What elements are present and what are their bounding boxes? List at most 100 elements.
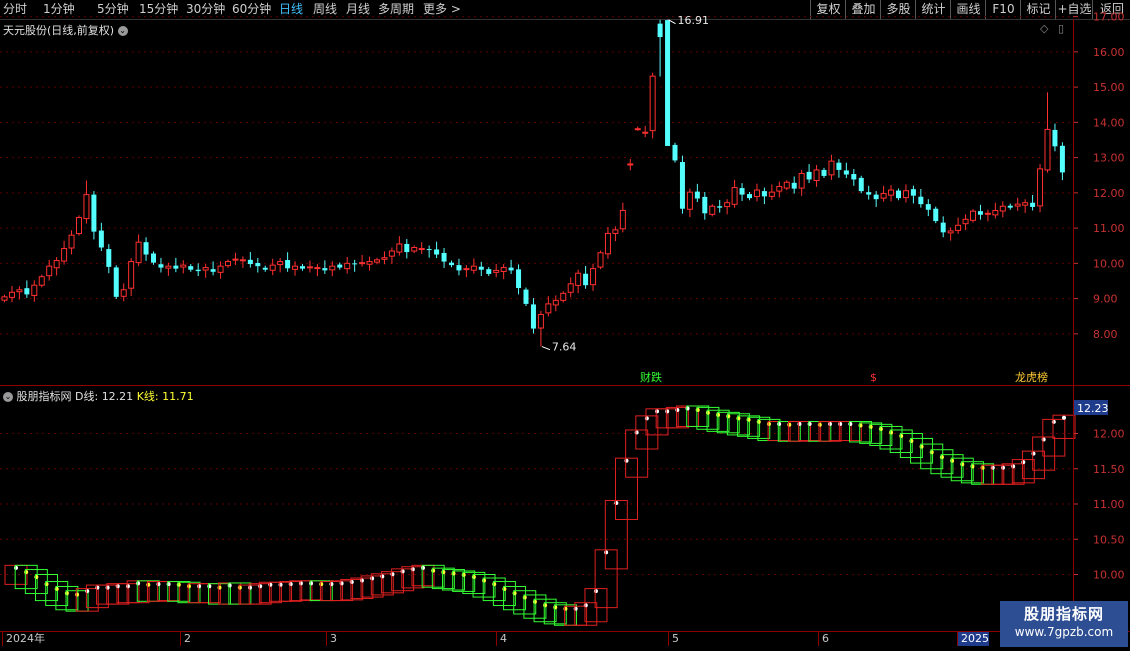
- date-label: 4: [496, 632, 507, 646]
- indicator-dot: [736, 416, 741, 421]
- date-label: 6: [818, 632, 829, 646]
- candle-body: [16, 289, 23, 293]
- layout-icon[interactable]: ▯: [1058, 22, 1064, 35]
- candle-body: [418, 248, 425, 251]
- main-grid: [0, 16, 1073, 335]
- indicator-step: [523, 594, 547, 619]
- indicator-step: [604, 499, 628, 570]
- indicator-dot: [797, 422, 802, 427]
- candle-body: [434, 249, 440, 255]
- candle-body: [411, 246, 418, 252]
- candle-body: [83, 194, 90, 220]
- candle-body: [344, 262, 351, 270]
- indicator-dot: [777, 422, 782, 427]
- indicator-dot: [298, 581, 303, 586]
- panel-separator: [0, 385, 1130, 386]
- indicator-dot: [899, 434, 904, 439]
- indicator-dot: [370, 576, 375, 581]
- indicator-dot: [583, 603, 588, 608]
- candle-body: [463, 268, 470, 271]
- candle-body: [724, 202, 731, 208]
- indicator-dot: [461, 572, 466, 577]
- indicator-step: [35, 574, 59, 602]
- indicator-step: [584, 588, 608, 623]
- price-tick-label: 13.00: [1093, 152, 1125, 165]
- price-tick-label: 10.00: [1093, 257, 1125, 270]
- candle-body: [31, 284, 38, 296]
- candle-body: [851, 173, 857, 180]
- current-value-label: 12.23: [1077, 402, 1109, 415]
- candle-body: [806, 171, 812, 180]
- candle-body: [739, 188, 745, 195]
- indicator-dot: [136, 581, 141, 586]
- indicator-dot: [166, 582, 171, 587]
- candle-body: [91, 194, 97, 232]
- indicator-dot: [420, 565, 425, 570]
- indicator-dot: [1062, 415, 1066, 420]
- watermark-title: 股朋指标网: [1023, 605, 1104, 623]
- indicator-dot: [512, 591, 517, 596]
- indicator-dot: [329, 582, 334, 587]
- indicator-dot: [44, 582, 49, 587]
- candle-body: [783, 181, 790, 189]
- candle-body: [896, 190, 901, 199]
- indicator-dot: [848, 422, 853, 427]
- candle-body: [649, 75, 656, 132]
- diamond-icon[interactable]: ◇: [1040, 22, 1048, 35]
- indicator-dot: [746, 417, 751, 422]
- candle-body: [225, 261, 231, 267]
- candle-body: [947, 230, 954, 234]
- candle-body: [523, 289, 529, 304]
- candle-body: [352, 263, 358, 265]
- candle-body: [322, 268, 328, 271]
- price-tick-label: 8.00: [1093, 328, 1118, 341]
- candle-body: [1030, 202, 1036, 207]
- candle-body: [552, 299, 559, 306]
- indicator-step: [55, 585, 79, 611]
- candle-body: [992, 209, 999, 216]
- k-value: 11.71: [162, 390, 194, 403]
- k-label: K线:: [136, 390, 159, 403]
- candle-body: [470, 265, 477, 271]
- stock-title[interactable]: 天元股份(日线,前复权) ⌄: [3, 22, 128, 38]
- candle-body: [53, 260, 60, 269]
- indicator-dot: [319, 582, 324, 587]
- indicator-step: [899, 433, 923, 458]
- indicator-step: [1042, 418, 1066, 457]
- candle-body: [612, 229, 619, 234]
- indicator-dot: [24, 570, 29, 575]
- chevron-down-icon[interactable]: ⌄: [3, 392, 13, 402]
- indicator-dot: [817, 422, 822, 427]
- candle-body: [158, 264, 164, 268]
- candle-body: [329, 265, 336, 271]
- low-leader: [541, 346, 551, 351]
- indicator-dot: [85, 589, 90, 594]
- indicator-dot: [492, 582, 497, 587]
- candle-body: [381, 257, 388, 260]
- indicator-dot: [614, 501, 619, 505]
- candle-body: [516, 269, 522, 289]
- chevron-down-icon[interactable]: ⌄: [117, 26, 128, 36]
- indicator-dot: [227, 583, 232, 588]
- candle-body: [880, 193, 887, 199]
- candle-body: [1007, 205, 1013, 208]
- candle-body: [962, 218, 969, 225]
- indicator-step: [492, 581, 516, 607]
- indicator-dot: [441, 570, 446, 575]
- indicator-dot: [207, 584, 212, 589]
- indicator-dot: [939, 455, 944, 460]
- price-tick-label: 12.00: [1093, 187, 1125, 200]
- candle-body: [68, 234, 75, 249]
- candle-body: [292, 265, 299, 270]
- candle-body: [575, 272, 582, 286]
- annotations: 16.91 7.64 财跌 $ 龙虎榜: [541, 14, 1048, 384]
- indicator-dot: [838, 422, 843, 427]
- price-tick-label: 14.00: [1093, 116, 1125, 129]
- candle-body: [665, 20, 671, 146]
- date-label: 3: [326, 632, 337, 646]
- candle-body: [866, 192, 872, 195]
- indicator-dot: [675, 407, 680, 412]
- candle-body: [709, 205, 716, 215]
- indicator-dot: [960, 462, 965, 467]
- indicator-dot: [604, 550, 609, 555]
